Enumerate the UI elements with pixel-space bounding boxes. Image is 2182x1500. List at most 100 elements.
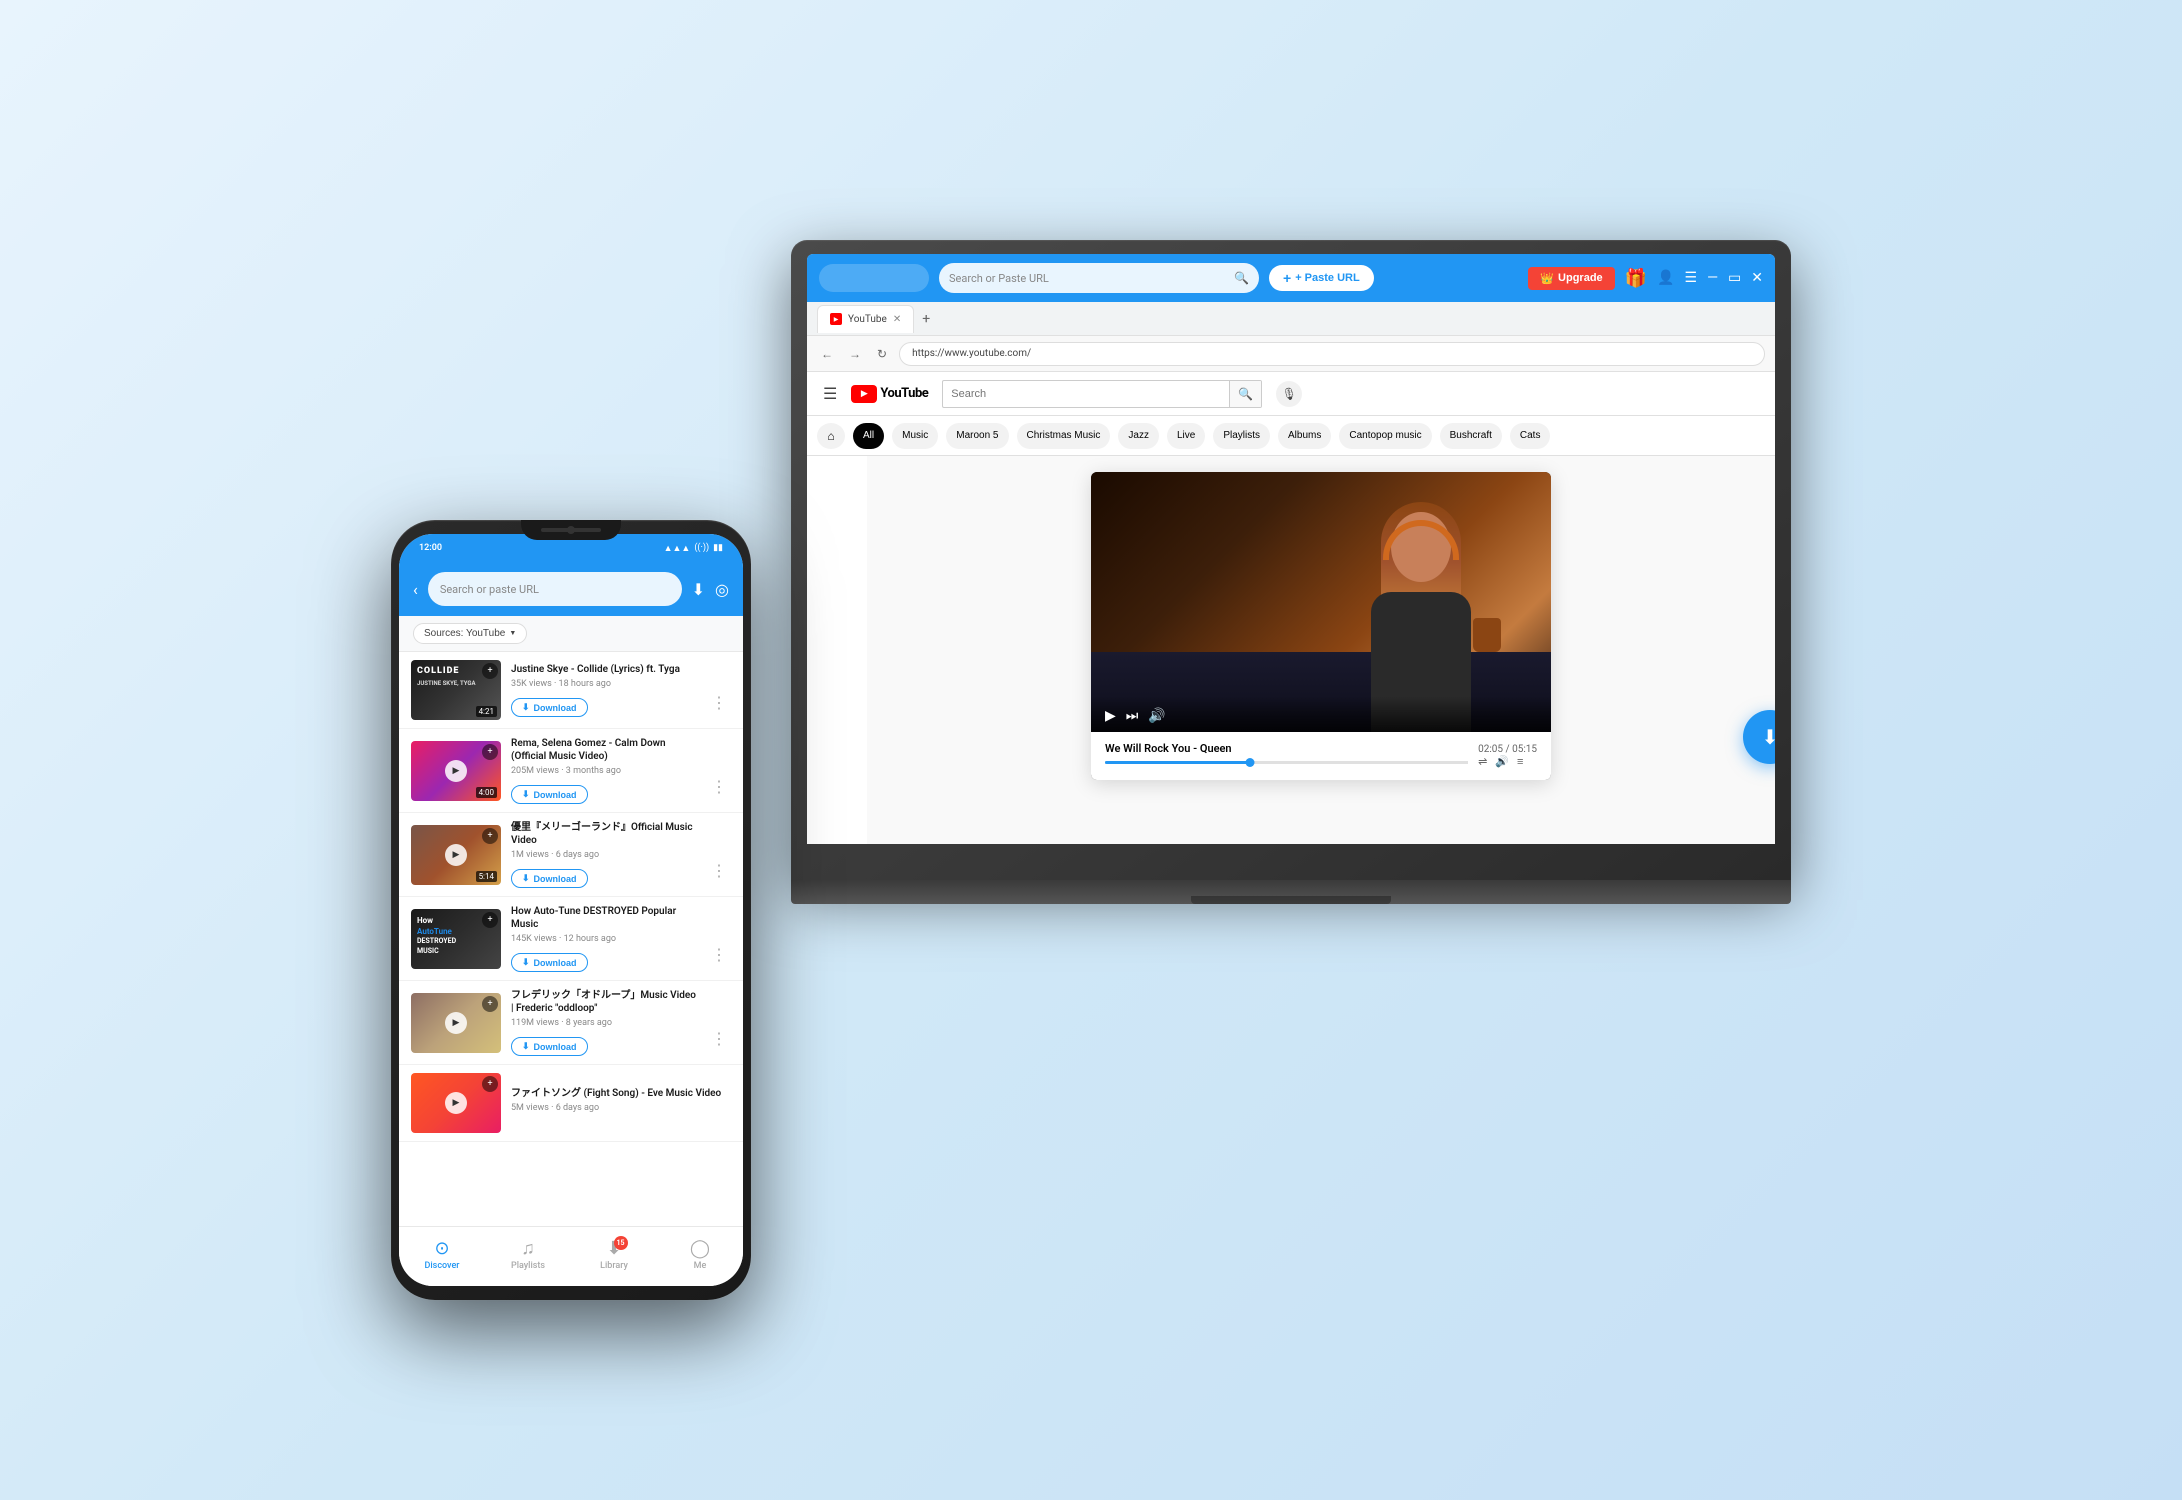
yt-search-button[interactable]: 🔍	[1229, 380, 1261, 408]
chip-all[interactable]: All	[853, 423, 884, 449]
chip-live[interactable]: Live	[1167, 423, 1205, 449]
yt-menu-icon[interactable]: ☰	[823, 384, 837, 403]
skip-button[interactable]: ⏭	[1126, 708, 1139, 724]
upgrade-label: Upgrade	[1558, 272, 1603, 284]
nav-library[interactable]: ⬇ 15 Library	[584, 1238, 644, 1271]
header-icons: 🎁 👤 ☰ — ▭ ✕	[1625, 268, 1763, 289]
home-chip[interactable]: ⌂	[817, 423, 845, 449]
laptop: Search or Paste URL 🔍 + Paste URL 👑 Upgr…	[791, 240, 1791, 920]
more-button-3[interactable]: ⋮	[707, 861, 731, 880]
forward-button[interactable]: →	[845, 345, 865, 363]
phone-discover-icon[interactable]: ◎	[715, 580, 729, 599]
download-button-5[interactable]: ⬇ Download	[511, 1037, 588, 1056]
sources-dropdown[interactable]: Sources: YouTube	[413, 623, 527, 644]
phone-download-icon[interactable]: ⬇	[692, 580, 705, 599]
thumb-play-6: ▶	[445, 1092, 467, 1114]
shuffle-icon[interactable]: ⇌	[1478, 755, 1487, 768]
chip-cantopop[interactable]: Cantopop music	[1339, 423, 1431, 449]
add-button-3[interactable]: +	[482, 828, 498, 844]
add-button-6[interactable]: +	[482, 1076, 498, 1092]
maximize-icon[interactable]: ▭	[1728, 270, 1741, 286]
play-button[interactable]: ▶	[1105, 708, 1116, 724]
close-icon[interactable]: ✕	[1751, 270, 1763, 286]
phone-back-button[interactable]: ‹	[413, 580, 418, 599]
chip-maroon5[interactable]: Maroon 5	[946, 423, 1008, 449]
video-thumbnail-5: ▶ +	[411, 993, 501, 1053]
video-title-1: Justine Skye - Collide (Lyrics) ft. Tyga	[511, 663, 697, 676]
progress-bar[interactable]	[1105, 761, 1468, 764]
download-label-1: Download	[534, 703, 577, 713]
back-button[interactable]: ←	[817, 345, 837, 363]
more-button-2[interactable]: ⋮	[707, 777, 731, 796]
add-button-4[interactable]: +	[482, 912, 498, 928]
phone-outer: 12:00 ▲▲▲ ((·)) ▮▮ ‹ Search or paste URL…	[391, 520, 751, 1300]
address-bar-row: ← → ↻ https://www.youtube.com/	[807, 336, 1775, 372]
battery-icon: ▮▮	[713, 543, 723, 553]
add-button-1[interactable]: +	[482, 663, 498, 679]
time-current: 02:05	[1478, 744, 1503, 755]
chip-christmas[interactable]: Christmas Music	[1017, 423, 1111, 449]
speaker-strip	[541, 528, 601, 532]
youtube-tab[interactable]: YouTube ✕	[817, 305, 914, 333]
phone-header-icons: ⬇ ◎	[692, 580, 729, 599]
chip-music[interactable]: Music	[892, 423, 938, 449]
volume-button[interactable]: 🔊	[1148, 708, 1165, 724]
thumb-play-2: ▶	[445, 760, 467, 782]
chip-playlists[interactable]: Playlists	[1213, 423, 1270, 449]
sources-bar: Sources: YouTube	[399, 616, 743, 652]
download-arrow-icon: ⬇	[522, 957, 530, 968]
tab-close-icon[interactable]: ✕	[893, 314, 901, 325]
yt-search-input[interactable]	[943, 388, 1229, 400]
upgrade-button[interactable]: 👑 Upgrade	[1528, 267, 1614, 290]
more-button-1[interactable]: ⋮	[707, 693, 731, 712]
minimize-icon[interactable]: —	[1707, 270, 1718, 286]
vol-icon[interactable]: 🔊	[1495, 755, 1509, 768]
main-scene: Search or Paste URL 🔍 + Paste URL 👑 Upgr…	[391, 200, 1791, 1300]
fab-download-button[interactable]: ⬇	[1743, 710, 1775, 764]
add-tab-button[interactable]: +	[914, 311, 938, 327]
chip-cats[interactable]: Cats	[1510, 423, 1551, 449]
refresh-button[interactable]: ↻	[873, 345, 891, 363]
more-button-4[interactable]: ⋮	[707, 945, 731, 964]
add-button-5[interactable]: +	[482, 996, 498, 1012]
video-info-2: Rema, Selena Gomez - Calm Down (Official…	[511, 737, 697, 804]
download-button-4[interactable]: ⬇ Download	[511, 953, 588, 972]
gift-icon[interactable]: 🎁	[1625, 268, 1647, 289]
search-icon: 🔍	[1234, 271, 1249, 285]
yt-mic-button[interactable]: 🎙	[1276, 381, 1302, 407]
chip-albums[interactable]: Albums	[1278, 423, 1331, 449]
nav-me[interactable]: ◯ Me	[670, 1238, 730, 1271]
add-button-2[interactable]: +	[482, 744, 498, 760]
paste-url-button[interactable]: + Paste URL	[1269, 265, 1374, 291]
download-button-1[interactable]: ⬇ Download	[511, 698, 588, 717]
app-search-bar[interactable]: Search or Paste URL 🔍	[939, 263, 1259, 293]
chip-jazz[interactable]: Jazz	[1118, 423, 1159, 449]
me-label: Me	[694, 1261, 707, 1271]
laptop-screen-bezel: Search or Paste URL 🔍 + Paste URL 👑 Upgr…	[807, 254, 1775, 844]
download-button-2[interactable]: ⬇ Download	[511, 785, 588, 804]
address-bar[interactable]: https://www.youtube.com/	[899, 342, 1765, 366]
menu-icon[interactable]: ☰	[1685, 270, 1698, 286]
video-meta-5: 119M views · 8 years ago	[511, 1018, 697, 1028]
video-thumbnail[interactable]: ▶ ⏭ 🔊	[1091, 472, 1551, 732]
list-item: COLLIDE JUSTINE SKYE, TYGA 4:21 + Justin…	[399, 652, 743, 729]
collide-text: COLLIDE JUSTINE SKYE, TYGA	[417, 666, 476, 687]
wifi-icon: ((·))	[694, 543, 709, 553]
crown-icon: 👑	[1540, 272, 1554, 285]
playlists-icon: ♫	[521, 1238, 535, 1259]
download-button-3[interactable]: ⬇ Download	[511, 869, 588, 888]
status-icons: ▲▲▲ ((·)) ▮▮	[664, 543, 723, 554]
chip-bushcraft[interactable]: Bushcraft	[1440, 423, 1502, 449]
nav-discover[interactable]: ⊙ Discover	[412, 1238, 472, 1271]
account-icon[interactable]: 👤	[1657, 270, 1674, 286]
video-thumbnail-6: ▶ +	[411, 1073, 501, 1133]
browser-tabs: YouTube ✕ +	[807, 302, 938, 335]
list-item: ▶ + フレデリック「オドループ」Music Video | Frederic …	[399, 981, 743, 1065]
download-label-2: Download	[534, 790, 577, 800]
phone-video-list: COLLIDE JUSTINE SKYE, TYGA 4:21 + Justin…	[399, 652, 743, 1226]
yt-search-bar[interactable]: 🔍	[942, 380, 1262, 408]
nav-playlists[interactable]: ♫ Playlists	[498, 1238, 558, 1271]
phone-search-bar[interactable]: Search or paste URL	[428, 572, 682, 606]
more-button-5[interactable]: ⋮	[707, 1029, 731, 1048]
queue-icon[interactable]: ≡	[1517, 755, 1523, 768]
